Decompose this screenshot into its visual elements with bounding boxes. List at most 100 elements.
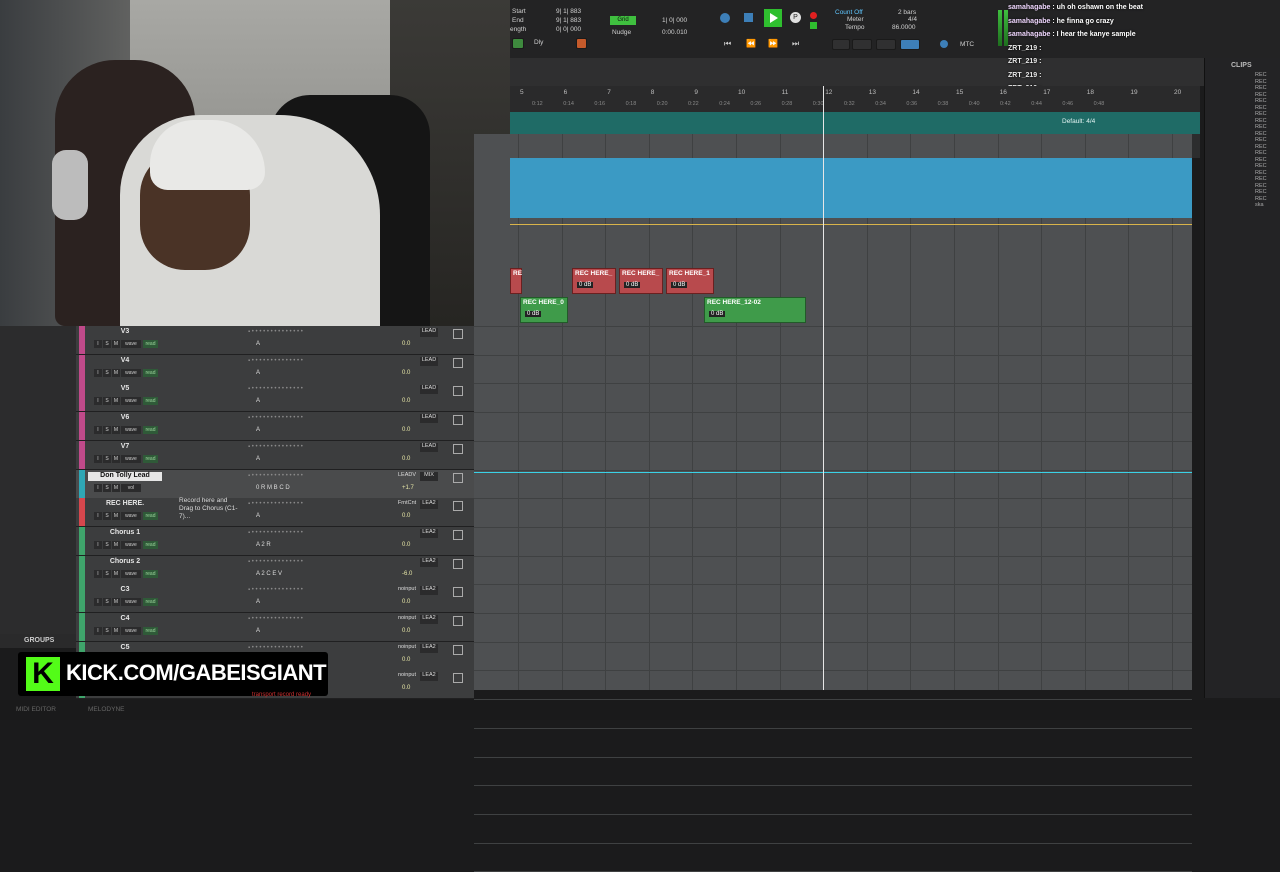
- output-selector[interactable]: LEA2: [420, 643, 438, 653]
- solo-button[interactable]: S: [103, 627, 111, 635]
- volume-value[interactable]: 0.0: [402, 513, 410, 519]
- start-value[interactable]: 9| 1| 883: [556, 8, 581, 16]
- track-view-selector[interactable]: wave: [121, 454, 141, 463]
- clip-gain[interactable]: 0 dB: [577, 282, 594, 288]
- wait-for-note-icon[interactable]: [852, 39, 872, 50]
- mute-button[interactable]: M: [112, 426, 120, 435]
- track-header[interactable]: V7 I S Mwave read ▪ • • • • • • • • • • • • •…: [76, 440, 474, 470]
- tempo-map-icon[interactable]: [900, 39, 920, 50]
- grid-value[interactable]: 1| 0| 000: [662, 17, 687, 25]
- punch-icon[interactable]: P: [790, 12, 801, 23]
- track-header[interactable]: C4 I S Mwave read ▪ • • • • • • • • • • • • •…: [76, 613, 474, 642]
- solo-button[interactable]: S: [103, 598, 111, 607]
- send-slots[interactable]: A: [256, 427, 260, 433]
- dly-toggle-icon[interactable]: [512, 38, 524, 49]
- track-name[interactable]: V5: [88, 385, 162, 394]
- mute-button[interactable]: M: [112, 483, 120, 492]
- track-view-selector[interactable]: wave: [121, 340, 141, 348]
- input-monitor-button[interactable]: I: [94, 569, 102, 578]
- input-monitor-button[interactable]: I: [94, 397, 102, 406]
- mute-button[interactable]: M: [112, 598, 120, 607]
- send-slots[interactable]: A: [256, 398, 260, 404]
- track-settings-icon[interactable]: [453, 673, 463, 684]
- volume-value[interactable]: 0.0: [402, 370, 410, 376]
- automation-mode[interactable]: read: [143, 426, 158, 435]
- tab-midi-editor[interactable]: MIDI EDITOR: [16, 706, 56, 713]
- automation-mode[interactable]: read: [143, 598, 158, 607]
- track-header[interactable]: REC HERE. I S Mwave read ▪ • • • • • • • • • …: [76, 498, 474, 528]
- automation-mode[interactable]: read: [143, 397, 158, 406]
- solo-button[interactable]: S: [103, 483, 111, 492]
- track-name[interactable]: V3: [88, 328, 162, 337]
- send-slots[interactable]: 0 R M B C D: [256, 485, 290, 491]
- automation-mode[interactable]: read: [143, 454, 158, 463]
- send-slots[interactable]: A: [256, 456, 260, 462]
- track-view-selector[interactable]: vol: [121, 483, 141, 492]
- midi-merge-icon[interactable]: [832, 39, 850, 50]
- dly-indicator-icon[interactable]: [576, 38, 587, 49]
- mute-button[interactable]: M: [112, 569, 120, 578]
- solo-button[interactable]: S: [103, 426, 111, 435]
- automation-mode[interactable]: read: [143, 368, 158, 377]
- input-monitor-button[interactable]: I: [94, 512, 102, 521]
- insert-slots[interactable]: ▪ • • • • • • • • • • • • • •: [248, 415, 303, 421]
- groups-panel-header[interactable]: GROUPS: [0, 634, 76, 648]
- track-header[interactable]: C3 I S Mwave read ▪ • • • • • • • • • • • • •…: [76, 584, 474, 614]
- clip-rec-here-12-02[interactable]: REC HERE_12-02 0 dB: [704, 297, 806, 323]
- volume-value[interactable]: 0.0: [402, 456, 410, 462]
- track-view-selector[interactable]: wave: [121, 627, 141, 635]
- fast-forward-icon[interactable]: ⏩: [768, 39, 778, 48]
- clip-gain[interactable]: 0 dB: [624, 282, 641, 288]
- track-settings-icon[interactable]: [453, 616, 463, 626]
- return-to-zero-icon[interactable]: ⏮: [724, 39, 731, 49]
- insert-slots[interactable]: ▪ • • • • • • • • • • • • • •: [248, 501, 303, 507]
- send-slots[interactable]: A: [256, 513, 260, 519]
- input-selector[interactable]: FrntCnt: [395, 500, 419, 509]
- send-slots[interactable]: A: [256, 370, 260, 376]
- output-selector[interactable]: LEAD: [420, 328, 438, 337]
- volume-value[interactable]: 0.0: [402, 427, 410, 433]
- track-comment[interactable]: Record here and Drag to Chorus (C1-7)...: [179, 497, 239, 521]
- solo-button[interactable]: S: [103, 340, 111, 348]
- loop-icon[interactable]: [720, 13, 730, 23]
- input-selector[interactable]: noinput: [395, 644, 419, 653]
- volume-value[interactable]: 0.0: [402, 542, 410, 548]
- mute-button[interactable]: M: [112, 540, 120, 549]
- track-header[interactable]: V3 I S Mwave read ▪ • • • • • • • • • • • • •…: [76, 326, 474, 355]
- insert-slots[interactable]: ▪ • • • • • • • • • • • • • •: [248, 473, 303, 479]
- track-name[interactable]: V4: [88, 357, 162, 366]
- clip-gain[interactable]: 0 dB: [525, 311, 542, 317]
- output-selector[interactable]: LEAD: [420, 356, 438, 366]
- volume-value[interactable]: 0.0: [402, 341, 410, 347]
- insert-slots[interactable]: ▪ • • • • • • • • • • • • • •: [248, 530, 303, 536]
- grid-label[interactable]: Grid: [610, 16, 636, 25]
- track-header[interactable]: V4 I S Mwave read ▪ • • • • • • • • • • • • •…: [76, 354, 474, 384]
- track-settings-icon[interactable]: [453, 558, 463, 569]
- volume-value[interactable]: 0.0: [402, 657, 410, 663]
- solo-button[interactable]: S: [103, 540, 111, 549]
- clip-gain[interactable]: 0 dB: [709, 311, 726, 317]
- track-settings-icon[interactable]: [453, 443, 463, 454]
- insert-slots[interactable]: ▪ • • • • • • • • • • • • • •: [248, 559, 303, 565]
- track-settings-icon[interactable]: [453, 529, 463, 540]
- output-selector[interactable]: LEA2: [420, 528, 438, 538]
- tab-melodyne[interactable]: MELODYNE: [88, 706, 124, 713]
- go-to-end-icon[interactable]: ⏭: [792, 39, 799, 49]
- mute-button[interactable]: M: [112, 340, 120, 348]
- track-name[interactable]: C3: [88, 586, 162, 595]
- input-monitor-button[interactable]: I: [94, 627, 102, 635]
- track-name[interactable]: Chorus 1: [88, 529, 162, 538]
- input-selector[interactable]: noinput: [395, 672, 419, 681]
- automation-mode[interactable]: read: [143, 627, 158, 635]
- input-monitor-button[interactable]: I: [94, 368, 102, 377]
- clip-rec-here-b[interactable]: REC HERE_ 0 dB: [572, 268, 616, 294]
- volume-value[interactable]: -6.0: [402, 571, 412, 577]
- meter-marker[interactable]: Default: 4/4: [1062, 118, 1095, 125]
- meter-ruler[interactable]: Default: 4/4: [510, 112, 1200, 134]
- output-selector[interactable]: LEA2: [420, 500, 438, 510]
- volume-value[interactable]: +1.7: [402, 485, 414, 491]
- track-view-selector[interactable]: wave: [121, 368, 141, 377]
- clip-gain[interactable]: 0 dB: [671, 282, 688, 288]
- track-view-selector[interactable]: wave: [121, 598, 141, 607]
- record-icon[interactable]: [810, 12, 817, 19]
